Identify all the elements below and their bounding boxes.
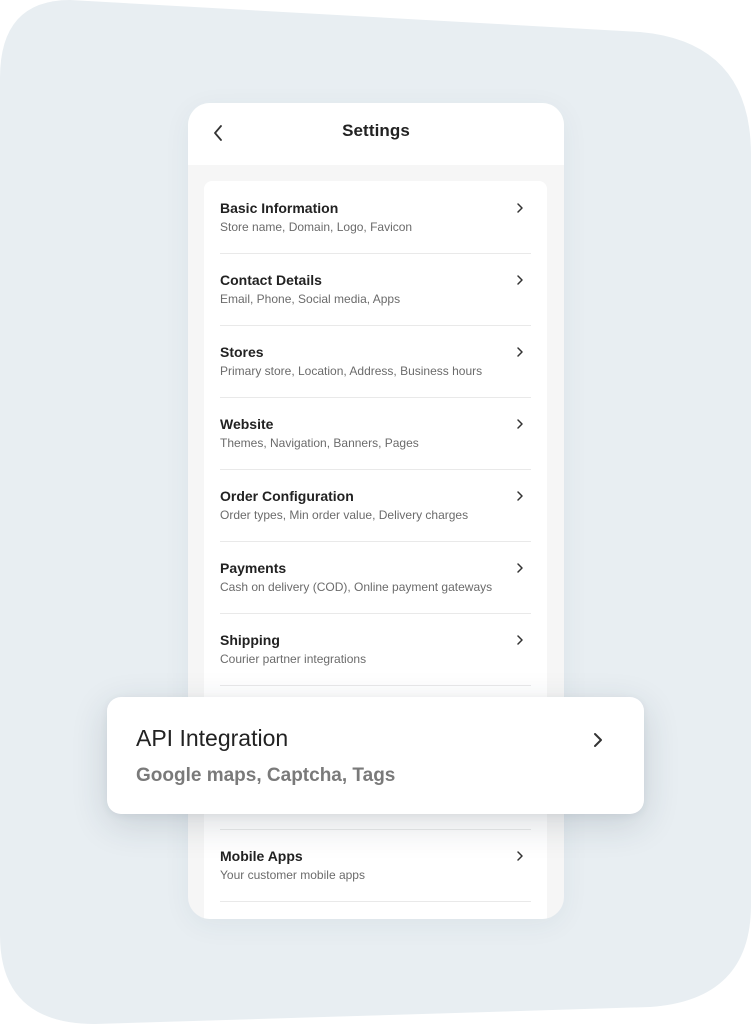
item-title: Website bbox=[220, 416, 274, 432]
chevron-right-icon bbox=[517, 419, 523, 429]
item-subtitle: Store name, Domain, Logo, Favicon bbox=[220, 220, 413, 234]
settings-item-payments[interactable]: Payments Cash on delivery (COD), Online … bbox=[220, 541, 531, 614]
settings-item-basic-information[interactable]: Basic Information Store name, Domain, Lo… bbox=[220, 181, 531, 254]
chevron-right-icon bbox=[517, 563, 523, 573]
settings-item-shipping[interactable]: Shipping Courier partner integrations bbox=[220, 613, 531, 686]
item-title: Basic Information bbox=[220, 200, 339, 216]
chevron-right-icon bbox=[517, 275, 523, 285]
page-title: Settings bbox=[342, 121, 410, 140]
item-title: Mobile Apps bbox=[220, 848, 303, 864]
chevron-right-icon bbox=[517, 851, 523, 861]
item-title: Contact Details bbox=[220, 272, 322, 288]
chevron-right-icon bbox=[517, 347, 523, 357]
item-title: Stores bbox=[220, 344, 264, 360]
item-title: Shipping bbox=[220, 632, 280, 648]
chevron-right-icon bbox=[517, 203, 523, 213]
item-title: Payments bbox=[220, 560, 287, 576]
api-integration-subtitle: Google maps, Captcha, Tags bbox=[136, 765, 396, 786]
settings-item-mobile-apps[interactable]: Mobile Apps Your customer mobile apps bbox=[220, 829, 531, 902]
settings-item-contact-details[interactable]: Contact Details Email, Phone, Social med… bbox=[220, 253, 531, 326]
item-title: Order Configuration bbox=[220, 488, 354, 504]
api-integration-title: API Integration bbox=[136, 725, 289, 751]
item-subtitle: Email, Phone, Social media, Apps bbox=[220, 292, 401, 306]
settings-item-order-configuration[interactable]: Order Configuration Order types, Min ord… bbox=[220, 469, 531, 542]
item-subtitle: Courier partner integrations bbox=[220, 652, 367, 666]
app-header: Settings bbox=[188, 103, 564, 165]
settings-item-stores[interactable]: Stores Primary store, Location, Address,… bbox=[220, 325, 531, 398]
chevron-right-icon bbox=[517, 635, 523, 645]
item-subtitle: Primary store, Location, Address, Busine… bbox=[220, 364, 483, 378]
item-subtitle: Themes, Navigation, Banners, Pages bbox=[220, 436, 419, 450]
item-subtitle: Order types, Min order value, Delivery c… bbox=[220, 508, 469, 522]
item-subtitle: Cash on delivery (COD), Online payment g… bbox=[220, 580, 493, 594]
chevron-right-icon bbox=[517, 491, 523, 501]
item-subtitle: Your customer mobile apps bbox=[220, 868, 365, 882]
settings-item-website[interactable]: Website Themes, Navigation, Banners, Pag… bbox=[220, 397, 531, 470]
api-integration-card[interactable]: API Integration Google maps, Captcha, Ta… bbox=[107, 697, 644, 814]
chevron-right-icon bbox=[594, 733, 602, 747]
